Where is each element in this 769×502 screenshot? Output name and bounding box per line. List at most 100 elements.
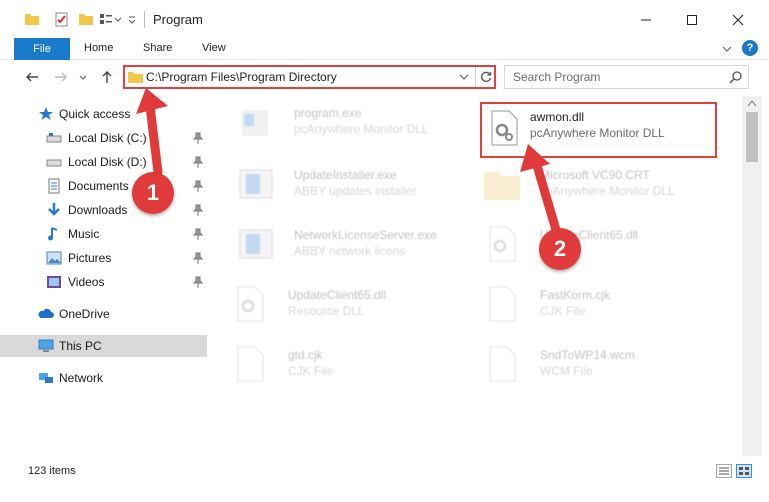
dll-icon	[489, 226, 516, 262]
sidebar-item-this-pc[interactable]: This PC	[0, 335, 207, 357]
refresh-icon	[480, 71, 491, 82]
sidebar-item-label: Network	[59, 371, 104, 385]
sidebar-item-label: This PC	[59, 339, 102, 353]
up-arrow-icon	[102, 71, 112, 83]
tab-file[interactable]: File	[14, 38, 70, 60]
file-item-awmon-dll[interactable]: awmon.dll pcAnywhere Monitor DLL	[480, 102, 717, 158]
address-bar[interactable]: C:\Program Files\Program Directory	[123, 65, 496, 89]
file-item[interactable]: NetworkLicenseServer.exe ABBY network li…	[236, 218, 476, 268]
forward-arrow-icon	[55, 72, 67, 82]
file-name: FastKorm.cjk	[540, 288, 611, 302]
maximize-button[interactable]	[669, 6, 715, 34]
pin-icon[interactable]	[193, 180, 203, 192]
help-icon[interactable]: ?	[742, 40, 758, 56]
minimize-button[interactable]	[623, 6, 669, 34]
search-icon[interactable]	[729, 70, 743, 84]
folder-icon	[128, 72, 143, 83]
installer-icon	[239, 229, 273, 259]
installer-icon	[239, 169, 273, 199]
pin-icon[interactable]	[193, 132, 203, 144]
pin-icon[interactable]	[193, 156, 203, 168]
chevron-down-icon[interactable]	[456, 69, 472, 85]
tab-home[interactable]: Home	[84, 42, 113, 54]
close-button[interactable]	[715, 6, 761, 34]
dll-icon	[491, 110, 518, 146]
expand-ribbon-icon[interactable]	[719, 41, 735, 57]
scrollbar-thumb[interactable]	[746, 112, 758, 162]
window-title: Program	[153, 12, 203, 27]
documents-icon	[48, 178, 60, 194]
file-name: NetworkLicenseServer.exe	[294, 228, 437, 242]
details-view-button[interactable]	[716, 464, 732, 478]
pin-icon[interactable]	[193, 276, 203, 288]
file-item[interactable]: Microsoft VC90 CRT pcAnywhere Monitor DL…	[482, 158, 722, 208]
pin-icon[interactable]	[193, 228, 203, 240]
file-item[interactable]: FastKorm.cjk CJK File	[482, 278, 722, 328]
file-item[interactable]: program.exe pcAnywhere Monitor DLL	[236, 96, 476, 146]
file-name: SndToWP14.wcm	[540, 348, 635, 362]
file-description: pcAnywhere Monitor DLL	[530, 126, 665, 140]
details-view-icon	[719, 467, 729, 475]
title-separator	[144, 11, 145, 28]
tab-view[interactable]: View	[202, 42, 226, 54]
file-description: ABBY updates installer	[294, 184, 417, 198]
sidebar-item-network[interactable]: Network	[0, 367, 207, 389]
file-item[interactable]: SndToWP14.wcm WCM File	[482, 338, 722, 388]
file-name: awmon.dll	[530, 110, 585, 124]
refresh-button[interactable]	[475, 67, 495, 87]
new-folder-icon[interactable]	[78, 11, 94, 27]
sidebar-item-label: Music	[68, 227, 100, 241]
view-options-icon[interactable]	[98, 11, 114, 27]
file-description: ABBY network licens	[294, 244, 406, 258]
pin-icon[interactable]	[193, 204, 203, 216]
sidebar-item-onedrive[interactable]: OneDrive	[0, 303, 207, 325]
file-item[interactable]: UpdateInstaller.exe ABBY updates install…	[236, 158, 476, 208]
file-item[interactable]: UpdateClient65.dll	[482, 218, 722, 268]
sidebar-item-documents[interactable]: Documents	[0, 175, 207, 197]
exe-icon	[242, 110, 268, 136]
sidebar-item-label: OneDrive	[59, 307, 110, 321]
sidebar-item-quick-access[interactable]: Quick access	[0, 103, 207, 125]
sidebar-item-local-disk-c[interactable]: Local Disk (C:)	[0, 127, 207, 149]
step-1-badge: 1	[132, 172, 174, 214]
scroll-up-icon[interactable]	[747, 99, 757, 107]
network-icon	[39, 373, 53, 383]
file-icon	[489, 286, 516, 322]
file-description: WCM File	[540, 364, 593, 378]
sidebar-item-label: Quick access	[59, 107, 131, 121]
sidebar-item-local-disk-d[interactable]: Local Disk (D:)	[0, 151, 207, 173]
file-list: program.exe pcAnywhere Monitor DLL awmon…	[210, 96, 743, 456]
folder-icon[interactable]	[24, 11, 40, 27]
chevron-down-icon[interactable]	[114, 11, 122, 27]
search-input[interactable]: Search Program	[504, 65, 749, 89]
sidebar-item-pictures[interactable]: Pictures	[0, 247, 207, 269]
file-name: program.exe	[294, 106, 362, 120]
back-arrow-icon	[26, 72, 38, 82]
sidebar-item-music[interactable]: Music	[0, 223, 207, 245]
sidebar-item-downloads[interactable]: Downloads	[0, 199, 207, 221]
customize-toolbar-icon[interactable]	[127, 11, 137, 27]
maximize-icon	[687, 15, 697, 25]
up-button[interactable]	[98, 68, 116, 86]
star-icon	[39, 107, 53, 120]
file-description: CJK File	[540, 304, 586, 318]
sidebar-item-label: Pictures	[68, 251, 112, 265]
sidebar-item-videos[interactable]: Videos	[0, 271, 207, 293]
search-placeholder: Search Program	[513, 70, 601, 84]
cloud-icon	[38, 308, 54, 318]
file-item[interactable]: UpdateClient65.dll Resource DLL	[230, 278, 470, 328]
videos-icon	[47, 276, 61, 288]
recent-locations-button[interactable]	[78, 68, 88, 86]
file-description: CJK File	[288, 364, 334, 378]
pin-icon[interactable]	[193, 252, 203, 264]
back-button[interactable]	[23, 68, 41, 86]
properties-icon[interactable]	[54, 11, 70, 27]
large-icons-view-button[interactable]	[736, 464, 752, 478]
file-item[interactable]: gtd.cjk CJK File	[230, 338, 470, 388]
file-icon	[237, 346, 264, 382]
navigation-pane: Quick access Local Disk (C:) Local Disk …	[0, 96, 210, 456]
tab-share[interactable]: Share	[143, 42, 172, 54]
item-count: 123 items	[28, 465, 76, 477]
vertical-scrollbar[interactable]	[743, 96, 761, 456]
forward-button[interactable]	[52, 68, 70, 86]
